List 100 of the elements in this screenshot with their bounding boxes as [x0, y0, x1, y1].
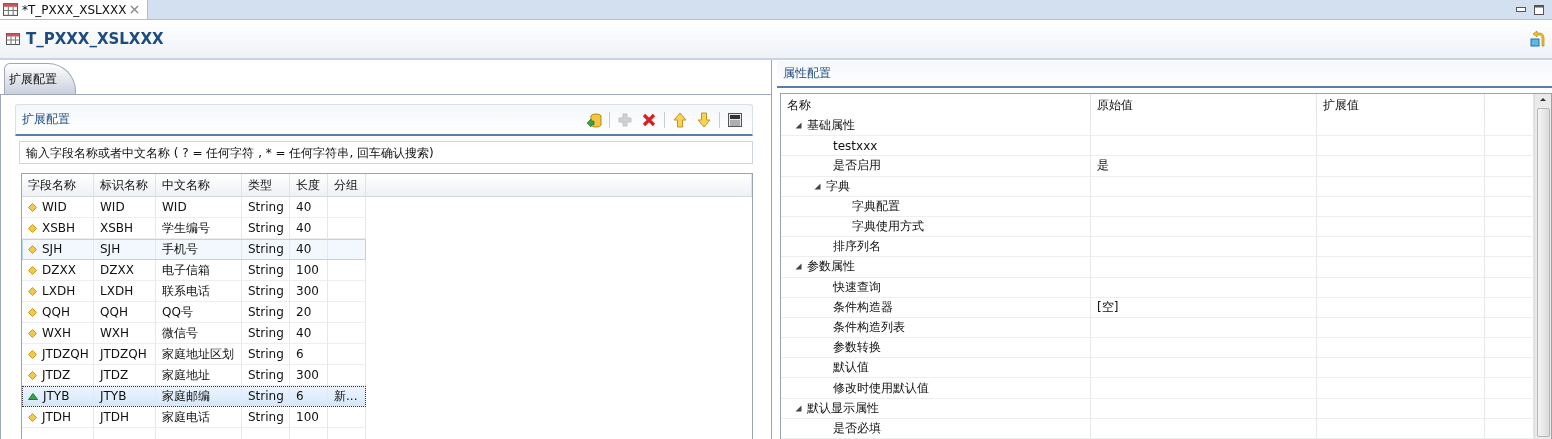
column-header[interactable]: 原始值 [1091, 94, 1317, 116]
property-name[interactable]: 修改时使用默认值 [833, 379, 929, 397]
empty-cell [328, 344, 366, 365]
table-row[interactable]: WID WID WID String 40 [22, 197, 366, 218]
table-cell: SJH [100, 242, 121, 256]
table-icon [6, 33, 20, 45]
column-header[interactable]: 扩展值 [1317, 94, 1485, 116]
column-header[interactable]: 标识名称 [94, 174, 156, 196]
property-name[interactable]: testxxx [833, 138, 878, 153]
table-icon [3, 3, 18, 16]
column-header[interactable]: 字段名称 [22, 174, 94, 196]
table-cell: WID [42, 200, 67, 214]
column-header[interactable]: 类型 [242, 174, 290, 196]
table-cell: 微信号 [162, 324, 198, 342]
table-cell: 6 [296, 389, 304, 403]
table-cell: 300 [296, 284, 319, 298]
expand-arrow-icon[interactable] [795, 263, 802, 271]
table-cell: JTYB [100, 389, 127, 403]
minimize-icon[interactable] [1516, 7, 1526, 12]
expand-arrow-icon[interactable] [795, 404, 802, 412]
column-header[interactable]: 长度 [290, 174, 328, 196]
table-cell: String [248, 284, 284, 298]
editor-tab[interactable]: *T_PXXX_XSLXXX [0, 0, 149, 19]
table-cell: 300 [296, 368, 319, 382]
property-name[interactable]: 条件构造列表 [833, 318, 905, 336]
table-row[interactable]: LXDH LXDH 联系电话 String 300 [22, 281, 366, 302]
diamond-icon [28, 244, 37, 254]
property-name[interactable]: 字典配置 [852, 197, 900, 215]
table-cell: QQ号 [162, 303, 193, 321]
expand-arrow-icon[interactable] [814, 182, 821, 190]
empty-cell [328, 197, 366, 218]
toolbar-button[interactable] [726, 110, 744, 129]
property-name[interactable]: 字典使用方式 [852, 218, 924, 236]
diamond-icon [28, 328, 37, 338]
table-row[interactable]: SJH SJH 手机号 String 40 [22, 239, 366, 260]
table-row[interactable]: JTDH JTDH 家庭电话 String 100 [22, 407, 366, 428]
table-cell: JTDZQH [100, 347, 147, 361]
diamond-icon [28, 412, 37, 422]
section-title: 扩展配置 [22, 111, 70, 128]
table-cell: 家庭地址区划 [162, 345, 234, 363]
property-name[interactable]: 参数转换 [833, 339, 881, 357]
column-header[interactable]: 分组 [328, 174, 366, 196]
property-name[interactable]: 参数属性 [807, 258, 855, 276]
table-cell: JTDH [100, 410, 130, 424]
property-name[interactable]: 排序列名 [833, 238, 881, 256]
delete-icon [642, 112, 656, 127]
table-cell: String [248, 410, 284, 424]
table-cell: SJH [42, 242, 63, 256]
empty-cell [328, 407, 366, 428]
column-header[interactable]: 名称 [781, 94, 1091, 116]
scroll-thumb[interactable] [1536, 108, 1550, 437]
close-icon[interactable] [130, 5, 140, 14]
table-row[interactable]: WXH WXH 微信号 String 40 [22, 323, 366, 344]
table-row[interactable]: JTYB JTYB 家庭邮编 String 6 新... [22, 386, 366, 407]
arrow-up-icon [673, 111, 687, 128]
table-row[interactable]: DZXX DZXX 电子信箱 String 100 [22, 260, 366, 281]
property-name[interactable]: 是否必填 [833, 419, 881, 437]
table-cell: WID [100, 200, 125, 214]
diamond-icon [28, 307, 37, 317]
table-cell: String [248, 200, 284, 214]
table-cell: WID [162, 200, 187, 214]
search-field[interactable]: 输入字段名称或者中文名称 ( ? = 任何字符 , * = 任何字符串, 回车确认搜索) [19, 141, 753, 164]
config-tab[interactable]: 扩展配置 [4, 63, 76, 94]
table-cell: 40 [296, 200, 312, 214]
table-cell: 联系电话 [162, 282, 210, 300]
property-name[interactable]: 基础属性 [807, 117, 855, 135]
property-name[interactable]: 快速查询 [833, 278, 881, 296]
revert-icon[interactable] [1530, 30, 1546, 48]
table-cell: 家庭邮编 [162, 387, 210, 405]
table-cell: String [248, 263, 284, 277]
property-name[interactable]: 条件构造器 [833, 298, 893, 316]
sql-icon [727, 111, 743, 128]
panel-title: 属性配置 [783, 65, 831, 82]
expand-arrow-icon[interactable] [795, 122, 802, 130]
editor-tab-label: *T_PXXX_XSLXXX [22, 2, 127, 17]
table-row[interactable]: QQH QQH QQ号 String 20 [22, 302, 366, 323]
table-row[interactable]: JTDZQH JTDZQH 家庭地址区划 String 6 [22, 344, 366, 365]
arrow-down-icon [697, 111, 711, 128]
table-cell: String [248, 242, 284, 256]
table-cell: String [248, 221, 284, 235]
table-cell: DZXX [42, 263, 76, 277]
table-cell: 100 [296, 263, 319, 277]
table-cell: 手机号 [162, 240, 198, 258]
scrollbar[interactable] [1534, 94, 1551, 439]
property-name[interactable]: 默认显示属性 [807, 399, 879, 417]
table-cell: JTDH [42, 410, 72, 424]
empty-cell [328, 260, 366, 281]
empty-cell [328, 281, 366, 302]
table-cell: WXH [42, 326, 72, 340]
table-cell: String [248, 305, 284, 319]
database-arrow-icon [586, 111, 602, 128]
table-cell: DZXX [100, 263, 134, 277]
table-cell: String [248, 347, 284, 361]
property-name[interactable]: 是否启用 [833, 157, 881, 175]
maximize-icon[interactable] [1534, 4, 1544, 15]
column-header[interactable]: 中文名称 [156, 174, 242, 196]
property-name[interactable]: 默认值 [833, 359, 869, 377]
triangle-icon [28, 392, 38, 400]
table-cell: 20 [296, 305, 312, 319]
property-name[interactable]: 字典 [826, 177, 850, 195]
